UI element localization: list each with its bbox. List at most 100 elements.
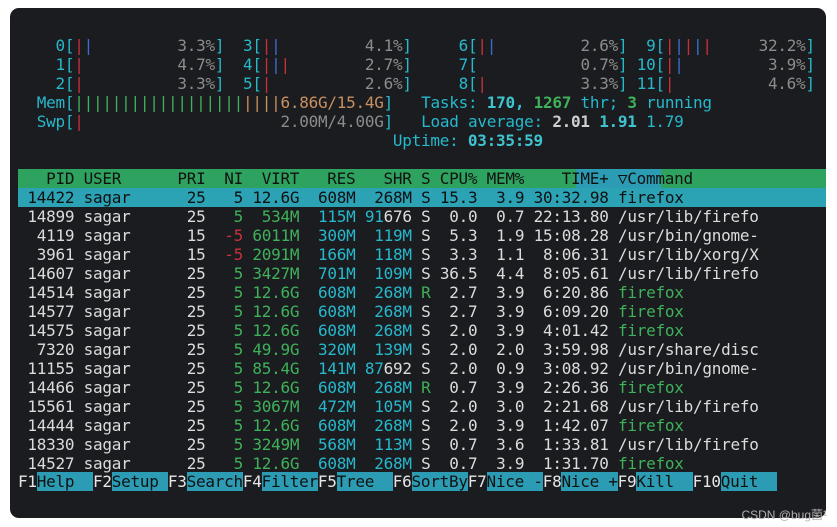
pri-cell: 25 xyxy=(177,340,206,359)
time-cell: 3:08.92 xyxy=(533,359,609,378)
mem-bar: | xyxy=(252,93,262,112)
pri-cell: 15 xyxy=(177,245,206,264)
mem-cell: 3.9 xyxy=(486,378,525,397)
virt-cell: 12.6G xyxy=(252,188,300,207)
shr-cell: 139M xyxy=(364,340,412,359)
cpu-id: 5 xyxy=(233,74,253,93)
bracket: ] xyxy=(805,36,815,55)
pri-cell: 25 xyxy=(177,397,206,416)
res-cell: 608M xyxy=(308,283,356,302)
fkey-f10[interactable]: F10Quit xyxy=(693,472,777,491)
fkey-f1[interactable]: F1Help xyxy=(18,472,93,491)
virt-cell: 12.6G xyxy=(252,321,300,340)
state-cell: S xyxy=(421,302,431,321)
time-cell: 4:01.42 xyxy=(533,321,609,340)
mem-bar: | xyxy=(168,93,178,112)
fkey-f9[interactable]: F9Kill xyxy=(618,472,693,491)
res-cell: 608M xyxy=(308,188,356,207)
mem-bar: | xyxy=(130,93,141,112)
process-row[interactable]: 14422 sagar 25 5 12.6G 608M 268M S 15.3 … xyxy=(18,188,759,207)
command-cell: /usr/lib/firefo xyxy=(617,207,759,226)
fkey-f5[interactable]: F5Tree xyxy=(318,472,393,491)
fkey-f8[interactable]: F8Nice + xyxy=(543,472,618,491)
bracket: [ xyxy=(655,55,665,74)
pid-cell: 15561 xyxy=(18,397,75,416)
user-cell: sagar xyxy=(83,264,168,283)
pid-cell: 14466 xyxy=(18,378,75,397)
cpu-bar: | xyxy=(74,74,84,93)
mem-cell: 3.9 xyxy=(486,321,525,340)
pri-cell: 25 xyxy=(177,435,206,454)
process-row[interactable]: 14577 sagar 25 5 12.6G 608M 268M S 2.7 3… xyxy=(18,302,759,321)
ni-cell: 5 xyxy=(205,454,244,473)
process-list[interactable]: 14422 sagar 25 5 12.6G 608M 268M S 15.3 … xyxy=(18,188,759,473)
process-row[interactable]: 14607 sagar 25 5 3427M 701M 109M S 36.5 … xyxy=(18,264,758,283)
shr-cell: 118M xyxy=(364,245,412,264)
time-cell: 1:31.70 xyxy=(533,454,609,473)
cpu-id: 3 xyxy=(233,36,253,55)
cpu-bar: | xyxy=(486,36,497,55)
shr-cell: 119M xyxy=(364,226,412,245)
swp-value: 2.00M/4.00G xyxy=(280,112,384,131)
bracket: ] xyxy=(617,36,628,55)
column-headers[interactable]: PID USER PRI NI VIRT RES SHR S CPU% MEM%… xyxy=(18,169,693,188)
ni-cell: 5 xyxy=(205,397,244,416)
command-cell: /usr/share/disc xyxy=(617,340,759,359)
fkey-f7[interactable]: F7Nice - xyxy=(468,472,543,491)
cpu-cell: 5.3 xyxy=(439,226,478,245)
fkey-label: Filter xyxy=(261,472,318,491)
pri-cell: 15 xyxy=(177,226,206,245)
load-5: 1.91 xyxy=(599,112,637,131)
state-cell: S xyxy=(421,340,431,359)
fkey-f3[interactable]: F3Search xyxy=(168,472,243,491)
cpu-bar: | xyxy=(271,36,281,55)
tasks-label: Tasks: xyxy=(421,93,478,112)
fkey-f2[interactable]: F2Setup xyxy=(93,472,168,491)
cpu-id: 11 xyxy=(636,74,656,93)
process-row[interactable]: 7320 sagar 25 5 49.9G 320M 139M S 2.0 2.… xyxy=(18,340,759,359)
process-row[interactable]: 14444 sagar 25 5 12.6G 608M 268M S 2.0 3… xyxy=(18,416,759,435)
cpu-id: 2 xyxy=(46,74,65,93)
cpu-bar: | xyxy=(261,74,272,93)
cpu-id: 4 xyxy=(233,55,253,74)
process-row[interactable]: 14575 sagar 25 5 12.6G 608M 268M S 2.0 3… xyxy=(18,321,759,340)
process-row[interactable]: 3961 sagar 15 -5 2091M 166M 118M S 3.3 1… xyxy=(18,245,759,264)
mem-bar: | xyxy=(93,93,103,112)
cpu-pct: 2.7% xyxy=(364,55,403,74)
command-cell: /usr/bin/gnome- xyxy=(617,226,759,245)
fkey-f4[interactable]: F4Filter xyxy=(243,472,318,491)
process-row[interactable]: 14514 sagar 25 5 12.6G 608M 268M R 2.7 3… xyxy=(18,283,759,302)
res-cell: 608M xyxy=(308,378,356,397)
mem-bar: | xyxy=(261,93,272,112)
state-cell: S xyxy=(421,207,431,226)
process-row[interactable]: 14466 sagar 25 5 12.6G 608M 268M R 0.7 3… xyxy=(18,378,759,397)
cpu-meter-row: 1[| 4.7%] 4[||| 2.7%] 7[ 0.7%] 10[|| 3.9… xyxy=(18,55,815,74)
process-row[interactable]: 14899 sagar 25 5 534M 115M 91676 S 0.0 0… xyxy=(18,207,759,226)
shr-cell: 113M xyxy=(364,435,412,454)
state-cell: S xyxy=(421,397,431,416)
shr-cell: 109M xyxy=(364,264,412,283)
fkey-number: F9 xyxy=(617,472,637,491)
fkey-f6[interactable]: F6SortBy xyxy=(393,472,468,491)
cpu-pct: 2.6% xyxy=(364,74,403,93)
running-count: 3 xyxy=(627,93,637,112)
pid-cell: 14514 xyxy=(18,283,75,302)
process-row[interactable]: 15561 sagar 25 5 3067M 472M 105M S 2.0 3… xyxy=(18,397,759,416)
process-row[interactable]: 18330 sagar 25 5 3249M 568M 113M S 0.7 3… xyxy=(18,435,758,454)
bracket: [ xyxy=(64,93,75,112)
process-row[interactable]: 14527 sagar 25 5 12.6G 608M 268M S 0.7 3… xyxy=(18,454,759,473)
process-row[interactable]: 4119 sagar 15 -5 6011M 300M 119M S 5.3 1… xyxy=(18,226,759,245)
bracket: ] xyxy=(805,55,815,74)
pid-cell: 11155 xyxy=(18,359,75,378)
time-cell: 1:42.07 xyxy=(533,416,609,435)
bracket: [ xyxy=(467,36,478,55)
res-cell: 166M xyxy=(308,245,356,264)
time-cell: 3:59.98 xyxy=(533,340,609,359)
command-cell: /usr/lib/firefo xyxy=(617,397,759,416)
mem-cell: 3.9 xyxy=(486,283,525,302)
user-cell: sagar xyxy=(83,359,168,378)
mem-value: 6.86G/15.4G xyxy=(280,93,384,112)
load-1: 2.01 xyxy=(552,112,590,131)
ni-cell: 5 xyxy=(205,302,244,321)
process-row[interactable]: 11155 sagar 25 5 85.4G 141M 87692 S 2.0 … xyxy=(18,359,758,378)
